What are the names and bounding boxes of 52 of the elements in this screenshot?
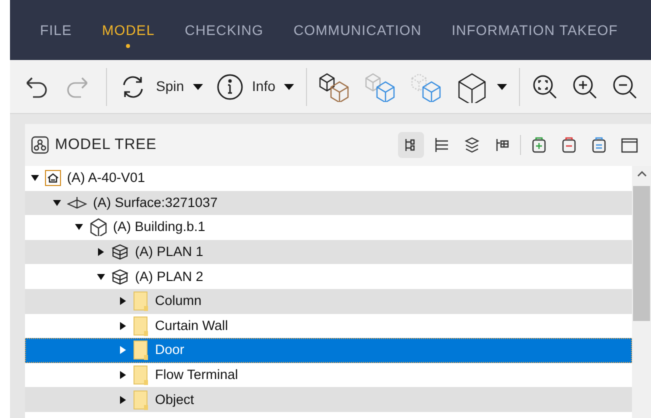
layers-icon — [463, 136, 481, 154]
house-icon — [45, 170, 61, 186]
menu-tab[interactable]: FILE — [40, 10, 72, 50]
cube-icon — [456, 70, 488, 102]
collapsed-arrow-icon[interactable] — [119, 322, 127, 330]
panel-title: MODEL TREE — [55, 134, 157, 155]
zoom-fit-icon — [531, 72, 560, 100]
tree-row[interactable]: (A) Surface:3271037 — [25, 190, 632, 216]
scrollbar-thumb[interactable] — [633, 186, 650, 321]
collapsed-arrow-icon[interactable] — [119, 297, 127, 306]
tree-row[interactable]: Column — [25, 288, 632, 314]
tree-row[interactable]: Flow Terminal — [25, 362, 632, 388]
cube-icon — [89, 218, 107, 236]
list-icon — [590, 136, 608, 154]
folder-icon — [133, 340, 149, 360]
caret-icon — [496, 82, 508, 90]
expanded-arrow-icon[interactable] — [75, 223, 83, 232]
folder-icon — [133, 365, 149, 386]
scroll-up-icon[interactable] — [636, 170, 646, 178]
window-icon — [620, 136, 638, 154]
collapse-icon — [560, 136, 578, 154]
tree-row[interactable]: Door — [25, 338, 632, 363]
tree-row[interactable]: (A) PLAN 1 — [25, 240, 632, 264]
expanded-arrow-icon[interactable] — [31, 174, 39, 182]
expanded-arrow-icon[interactable] — [53, 198, 61, 207]
collapsed-arrow-icon[interactable] — [119, 371, 127, 380]
caret-icon — [283, 82, 296, 90]
storey-icon — [111, 268, 129, 285]
menu-tab[interactable]: INFORMATION TAKEOF — [452, 10, 618, 50]
tree-icon — [433, 136, 451, 154]
info-icon — [216, 72, 244, 100]
folder-icon — [133, 316, 149, 336]
zoom-out-icon — [611, 72, 640, 100]
panel-tool-button[interactable] — [398, 132, 424, 158]
menu-tab[interactable]: MODEL — [102, 10, 155, 50]
folder-icon — [133, 390, 149, 410]
tree-row[interactable]: Object — [25, 387, 632, 412]
expand-icon — [530, 136, 548, 154]
collapsed-arrow-icon[interactable] — [97, 248, 105, 256]
info-button[interactable]: Info — [213, 66, 298, 106]
model-tree-icon — [31, 136, 49, 154]
zoom-in-icon — [571, 72, 600, 100]
caret-icon — [192, 82, 204, 90]
surface-icon — [67, 194, 87, 211]
tree-row[interactable]: Curtain Wall — [25, 314, 632, 338]
collapsed-arrow-icon[interactable] — [119, 396, 127, 404]
spin-button[interactable]: Spin — [115, 66, 208, 106]
storey-icon — [111, 244, 129, 260]
expanded-arrow-icon[interactable] — [97, 272, 105, 281]
folder-icon — [133, 291, 149, 312]
menu-tab[interactable]: COMMUNICATION — [293, 10, 422, 50]
menu-tab[interactable]: CHECKING — [184, 10, 264, 50]
